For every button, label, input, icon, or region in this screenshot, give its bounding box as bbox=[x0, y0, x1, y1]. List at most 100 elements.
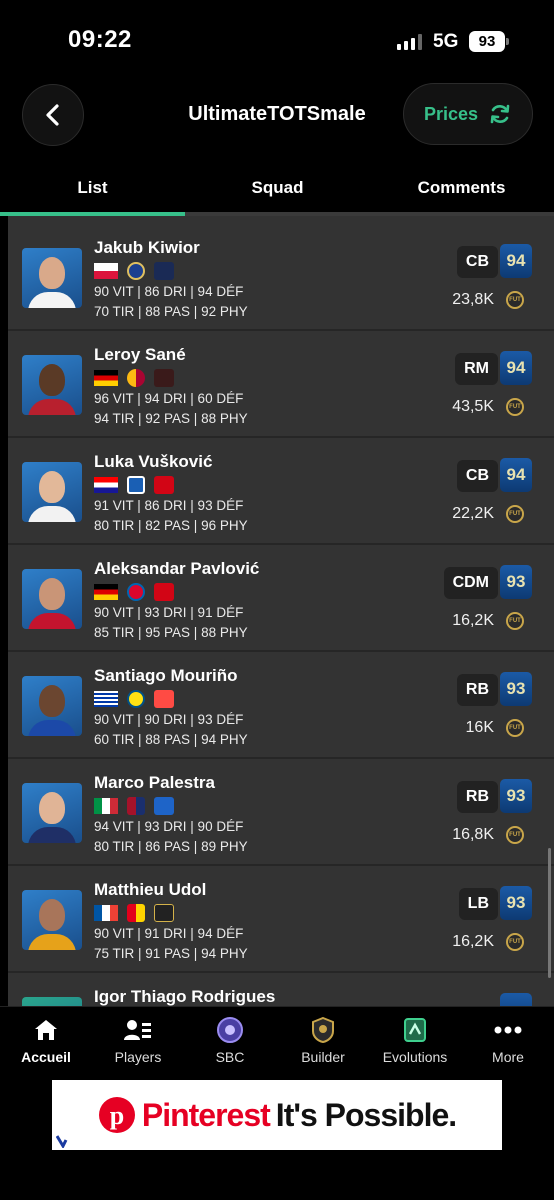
ad-tagline: It's Possible. bbox=[275, 1096, 457, 1133]
fut-coin-icon: FUT bbox=[506, 291, 524, 309]
player-price: 22,2K bbox=[452, 505, 494, 522]
player-avatar bbox=[22, 248, 82, 308]
player-stats-line2: 80 TIR | 82 PAS | 96 PHY bbox=[94, 518, 248, 533]
bottom-nav: Accueil Players SBC Builder Evolutions M… bbox=[0, 1006, 554, 1076]
player-stats-line1: 94 VIT | 93 DRI | 90 DÉF bbox=[94, 819, 244, 834]
club-galatasaray-icon bbox=[127, 369, 145, 387]
rating-badge: 93 bbox=[500, 672, 532, 706]
player-list[interactable]: Jakub Kiwior 90 VIT | 86 DRI | 94 DÉF 70… bbox=[8, 216, 554, 1006]
flag-italy-icon bbox=[94, 798, 118, 814]
prices-button[interactable]: Prices bbox=[403, 83, 533, 145]
player-stats-line1: 91 VIT | 86 DRI | 93 DÉF bbox=[94, 498, 244, 513]
player-avatar bbox=[22, 890, 82, 950]
player-price: 16,8K bbox=[452, 826, 494, 843]
player-row[interactable]: Aleksandar Pavlović 90 VIT | 93 DRI | 91… bbox=[8, 545, 554, 652]
tab-list[interactable]: List bbox=[0, 178, 185, 198]
position-badge: RB bbox=[456, 674, 498, 706]
player-stats-line1: 90 VIT | 93 DRI | 91 DÉF bbox=[94, 605, 244, 620]
builder-icon bbox=[312, 1017, 334, 1043]
league-ligue1-icon bbox=[154, 904, 174, 922]
tab-squad[interactable]: Squad bbox=[185, 178, 370, 198]
player-price: 16,2K bbox=[452, 612, 494, 629]
nav-players[interactable]: Players bbox=[92, 1017, 184, 1065]
club-hamburg-icon bbox=[127, 476, 145, 494]
player-row[interactable]: Marco Palestra 94 VIT | 93 DRI | 90 DÉF … bbox=[8, 759, 554, 866]
position-badge: CB bbox=[456, 460, 498, 492]
scrollbar[interactable] bbox=[548, 848, 551, 978]
flag-france-icon bbox=[94, 905, 118, 921]
player-avatar bbox=[22, 783, 82, 843]
player-stats-line2: 80 TIR | 86 PAS | 89 PHY bbox=[94, 839, 248, 854]
player-badges bbox=[94, 583, 174, 601]
player-row[interactable]: Santiago Mouriño 90 VIT | 90 DRI | 93 DÉ… bbox=[8, 652, 554, 759]
fut-coin-icon: FUT bbox=[506, 612, 524, 630]
nav-accueil[interactable]: Accueil bbox=[0, 1017, 92, 1065]
nav-more[interactable]: More bbox=[462, 1017, 554, 1065]
battery-nub bbox=[506, 38, 509, 45]
nav-label: Accueil bbox=[21, 1049, 71, 1065]
player-badges bbox=[94, 690, 174, 708]
fut-coin-icon: FUT bbox=[506, 505, 524, 523]
status-bar: 09:22 5G 93 bbox=[0, 0, 554, 80]
club-porto-icon bbox=[127, 262, 145, 280]
player-avatar bbox=[22, 676, 82, 736]
nav-label: Players bbox=[114, 1049, 162, 1065]
player-badges bbox=[94, 904, 174, 922]
player-stats-line1: 90 VIT | 91 DRI | 94 DÉF bbox=[94, 926, 244, 941]
player-row[interactable]: Matthieu Udol 90 VIT | 91 DRI | 94 DÉF 7… bbox=[8, 866, 554, 973]
player-avatar bbox=[22, 355, 82, 415]
fut-coin-icon: FUT bbox=[506, 398, 524, 416]
flag-uruguay-icon bbox=[94, 691, 118, 707]
position-badge: LB bbox=[458, 888, 498, 920]
flag-germany-icon bbox=[94, 370, 118, 386]
ad-banner[interactable]: p Pinterest It's Possible. bbox=[52, 1080, 502, 1150]
player-row[interactable]: Igor Thiago Rodrigues bbox=[8, 973, 554, 1006]
player-row[interactable]: Jakub Kiwior 90 VIT | 86 DRI | 94 DÉF 70… bbox=[8, 216, 554, 331]
svg-text:p: p bbox=[110, 1101, 124, 1130]
player-price: 43,5K bbox=[452, 398, 494, 415]
nav-label: Builder bbox=[301, 1049, 345, 1065]
league-bundesliga-icon bbox=[154, 476, 174, 494]
sbc-icon bbox=[217, 1017, 243, 1043]
rating-badge: 94 bbox=[500, 244, 532, 278]
evolutions-icon bbox=[404, 1018, 426, 1042]
player-stats-line2: 94 TIR | 92 PAS | 88 PHY bbox=[94, 411, 248, 426]
position-badge: CDM bbox=[443, 567, 498, 599]
player-price: 16K bbox=[465, 719, 494, 736]
club-villarreal-icon bbox=[127, 690, 145, 708]
player-name: Santiago Mouriño bbox=[94, 666, 238, 685]
club-lens-icon bbox=[127, 904, 145, 922]
league-icon bbox=[154, 262, 174, 280]
nav-label: Evolutions bbox=[382, 1049, 448, 1065]
ad-brand: Pinterest bbox=[141, 1096, 271, 1133]
league-icon bbox=[154, 369, 174, 387]
player-stats-line1: 90 VIT | 90 DRI | 93 DÉF bbox=[94, 712, 244, 727]
rating-badge: 94 bbox=[500, 458, 532, 492]
fut-coin-icon: FUT bbox=[506, 933, 524, 951]
network-type: 5G bbox=[433, 31, 459, 52]
battery-icon: 93 bbox=[469, 31, 505, 52]
nav-builder[interactable]: Builder bbox=[277, 1017, 369, 1065]
nav-evolutions[interactable]: Evolutions bbox=[369, 1017, 461, 1065]
tab-comments[interactable]: Comments bbox=[369, 178, 554, 198]
player-name: Marco Palestra bbox=[94, 773, 215, 792]
flag-croatia-icon bbox=[94, 477, 118, 493]
league-bundesliga-icon bbox=[154, 583, 174, 601]
player-avatar bbox=[22, 997, 82, 1006]
player-name: Jakub Kiwior bbox=[94, 238, 200, 257]
home-icon bbox=[35, 1020, 57, 1040]
club-bayern-icon bbox=[127, 583, 145, 601]
ad-choice-icon bbox=[56, 1135, 68, 1148]
player-row[interactable]: Leroy Sané 96 VIT | 94 DRI | 60 DÉF 94 T… bbox=[8, 331, 554, 438]
player-stats-line1: 96 VIT | 94 DRI | 60 DÉF bbox=[94, 391, 244, 406]
player-price: 16,2K bbox=[452, 933, 494, 950]
league-laliga-icon bbox=[154, 690, 174, 708]
fut-coin-icon: FUT bbox=[506, 719, 524, 737]
nav-sbc[interactable]: SBC bbox=[184, 1017, 276, 1065]
clock: 09:22 bbox=[68, 26, 132, 53]
player-badges bbox=[94, 262, 174, 280]
player-row[interactable]: Luka Vušković 91 VIT | 86 DRI | 93 DÉF 8… bbox=[8, 438, 554, 545]
rating-badge: 93 bbox=[500, 565, 532, 599]
player-name: Luka Vušković bbox=[94, 452, 213, 471]
player-name: Igor Thiago Rodrigues bbox=[94, 987, 276, 1006]
